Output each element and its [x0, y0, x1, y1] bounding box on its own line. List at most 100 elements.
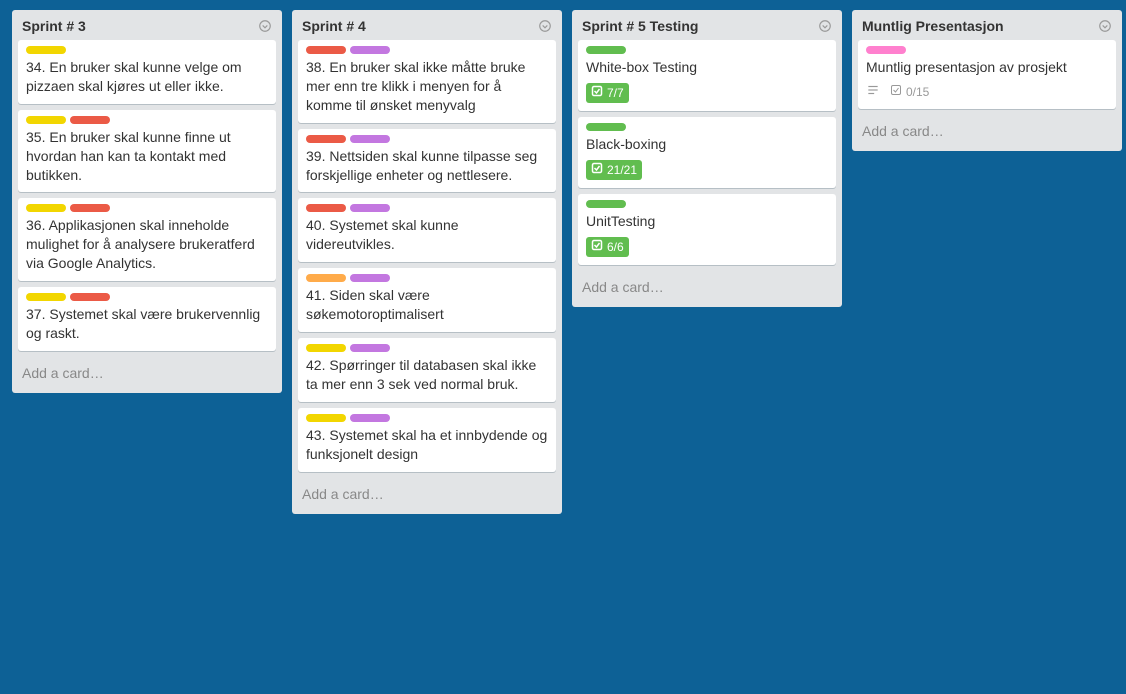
label-red[interactable]	[70, 116, 110, 124]
card-labels	[306, 414, 548, 422]
card-text: 42. Spørringer til databasen skal ikke t…	[306, 356, 548, 394]
card-badges: 0/15	[866, 83, 1108, 101]
add-card-button[interactable]: Add a card…	[852, 115, 1122, 147]
card[interactable]: 38. En bruker skal ikke måtte bruke mer …	[298, 40, 556, 123]
card[interactable]: UnitTesting 6/6	[578, 194, 836, 265]
card[interactable]: 36. Applikasjonen skal inneholde mulighe…	[18, 198, 276, 281]
checklist-icon	[591, 239, 603, 255]
description-icon	[866, 83, 880, 101]
card-labels	[306, 135, 548, 143]
card-badges: 21/21	[586, 160, 828, 180]
card-text: 40. Systemet skal kunne videreutvikles.	[306, 216, 548, 254]
label-orange[interactable]	[306, 274, 346, 282]
add-card-button[interactable]: Add a card…	[572, 271, 842, 303]
card-labels	[586, 46, 828, 54]
card-labels	[586, 200, 828, 208]
label-purple[interactable]	[350, 274, 390, 282]
card-text: 34. En bruker skal kunne velge om pizzae…	[26, 58, 268, 96]
card-labels	[26, 204, 268, 212]
card[interactable]: Black-boxing 21/21	[578, 117, 836, 188]
list-header: Muntlig Presentasjon	[852, 10, 1122, 40]
label-red[interactable]	[306, 204, 346, 212]
list-header: Sprint # 4	[292, 10, 562, 40]
checklist-icon	[591, 85, 603, 101]
description-badge	[866, 83, 880, 101]
list-menu-icon[interactable]	[818, 19, 832, 33]
list-title[interactable]: Sprint # 5 Testing	[582, 18, 698, 34]
checklist-badge: 7/7	[586, 83, 629, 103]
card-text: White-box Testing	[586, 58, 828, 77]
label-purple[interactable]	[350, 344, 390, 352]
checklist-icon	[591, 162, 603, 178]
card[interactable]: 43. Systemet skal ha et innbydende og fu…	[298, 408, 556, 472]
card-labels	[306, 274, 548, 282]
checklist-icon	[890, 84, 902, 100]
card-text: Black-boxing	[586, 135, 828, 154]
checklist-count: 6/6	[607, 239, 624, 255]
list-title[interactable]: Muntlig Presentasjon	[862, 18, 1004, 34]
card[interactable]: 37. Systemet skal være brukervennlig og …	[18, 287, 276, 351]
list-title[interactable]: Sprint # 3	[22, 18, 86, 34]
card-labels	[26, 116, 268, 124]
card[interactable]: 34. En bruker skal kunne velge om pizzae…	[18, 40, 276, 104]
label-yellow[interactable]	[26, 46, 66, 54]
checklist-badge: 21/21	[586, 160, 642, 180]
label-green[interactable]	[586, 123, 626, 131]
add-card-button[interactable]: Add a card…	[12, 357, 282, 389]
card-text: 43. Systemet skal ha et innbydende og fu…	[306, 426, 548, 464]
label-purple[interactable]	[350, 414, 390, 422]
card-labels	[866, 46, 1108, 54]
label-yellow[interactable]	[26, 204, 66, 212]
list-title[interactable]: Sprint # 4	[302, 18, 366, 34]
label-green[interactable]	[586, 200, 626, 208]
checklist-count: 21/21	[607, 162, 637, 178]
list-menu-icon[interactable]	[538, 19, 552, 33]
card-labels	[26, 293, 268, 301]
card-badges: 6/6	[586, 237, 828, 257]
list-menu-icon[interactable]	[1098, 19, 1112, 33]
card[interactable]: 35. En bruker skal kunne finne ut hvorda…	[18, 110, 276, 193]
list-sprint-4: Sprint # 4 38. En bruker skal ikke måtte…	[292, 10, 562, 514]
card-labels	[306, 344, 548, 352]
label-red[interactable]	[306, 135, 346, 143]
label-yellow[interactable]	[306, 344, 346, 352]
card[interactable]: 39. Nettsiden skal kunne tilpasse seg fo…	[298, 129, 556, 193]
card-labels	[306, 46, 548, 54]
add-card-button[interactable]: Add a card…	[292, 478, 562, 510]
list-sprint-5-testing: Sprint # 5 Testing White-box Testing 7/7…	[572, 10, 842, 307]
label-red[interactable]	[70, 293, 110, 301]
label-yellow[interactable]	[26, 116, 66, 124]
card-text: Muntlig presentasjon av prosjekt	[866, 58, 1108, 77]
card-badges: 7/7	[586, 83, 828, 103]
list-header: Sprint # 3	[12, 10, 282, 40]
label-purple[interactable]	[350, 135, 390, 143]
card[interactable]: White-box Testing 7/7	[578, 40, 836, 111]
card[interactable]: 40. Systemet skal kunne videreutvikles.	[298, 198, 556, 262]
card[interactable]: 41. Siden skal være søkemotoroptimaliser…	[298, 268, 556, 332]
label-red[interactable]	[306, 46, 346, 54]
list-header: Sprint # 5 Testing	[572, 10, 842, 40]
checklist-count: 7/7	[607, 85, 624, 101]
card-labels	[306, 204, 548, 212]
label-red[interactable]	[70, 204, 110, 212]
card-text: 38. En bruker skal ikke måtte bruke mer …	[306, 58, 548, 115]
card[interactable]: 42. Spørringer til databasen skal ikke t…	[298, 338, 556, 402]
card-text: 41. Siden skal være søkemotoroptimaliser…	[306, 286, 548, 324]
card-text: UnitTesting	[586, 212, 828, 231]
card[interactable]: Muntlig presentasjon av prosjekt 0/15	[858, 40, 1116, 109]
checklist-badge: 6/6	[586, 237, 629, 257]
card-text: 39. Nettsiden skal kunne tilpasse seg fo…	[306, 147, 548, 185]
list-muntlig-presentasjon: Muntlig Presentasjon Muntlig presentasjo…	[852, 10, 1122, 151]
label-purple[interactable]	[350, 204, 390, 212]
card-text: 37. Systemet skal være brukervennlig og …	[26, 305, 268, 343]
label-pink[interactable]	[866, 46, 906, 54]
card-text: 35. En bruker skal kunne finne ut hvorda…	[26, 128, 268, 185]
label-green[interactable]	[586, 46, 626, 54]
label-yellow[interactable]	[306, 414, 346, 422]
label-yellow[interactable]	[26, 293, 66, 301]
list-sprint-3: Sprint # 3 34. En bruker skal kunne velg…	[12, 10, 282, 393]
list-menu-icon[interactable]	[258, 19, 272, 33]
label-purple[interactable]	[350, 46, 390, 54]
card-labels	[586, 123, 828, 131]
card-labels	[26, 46, 268, 54]
